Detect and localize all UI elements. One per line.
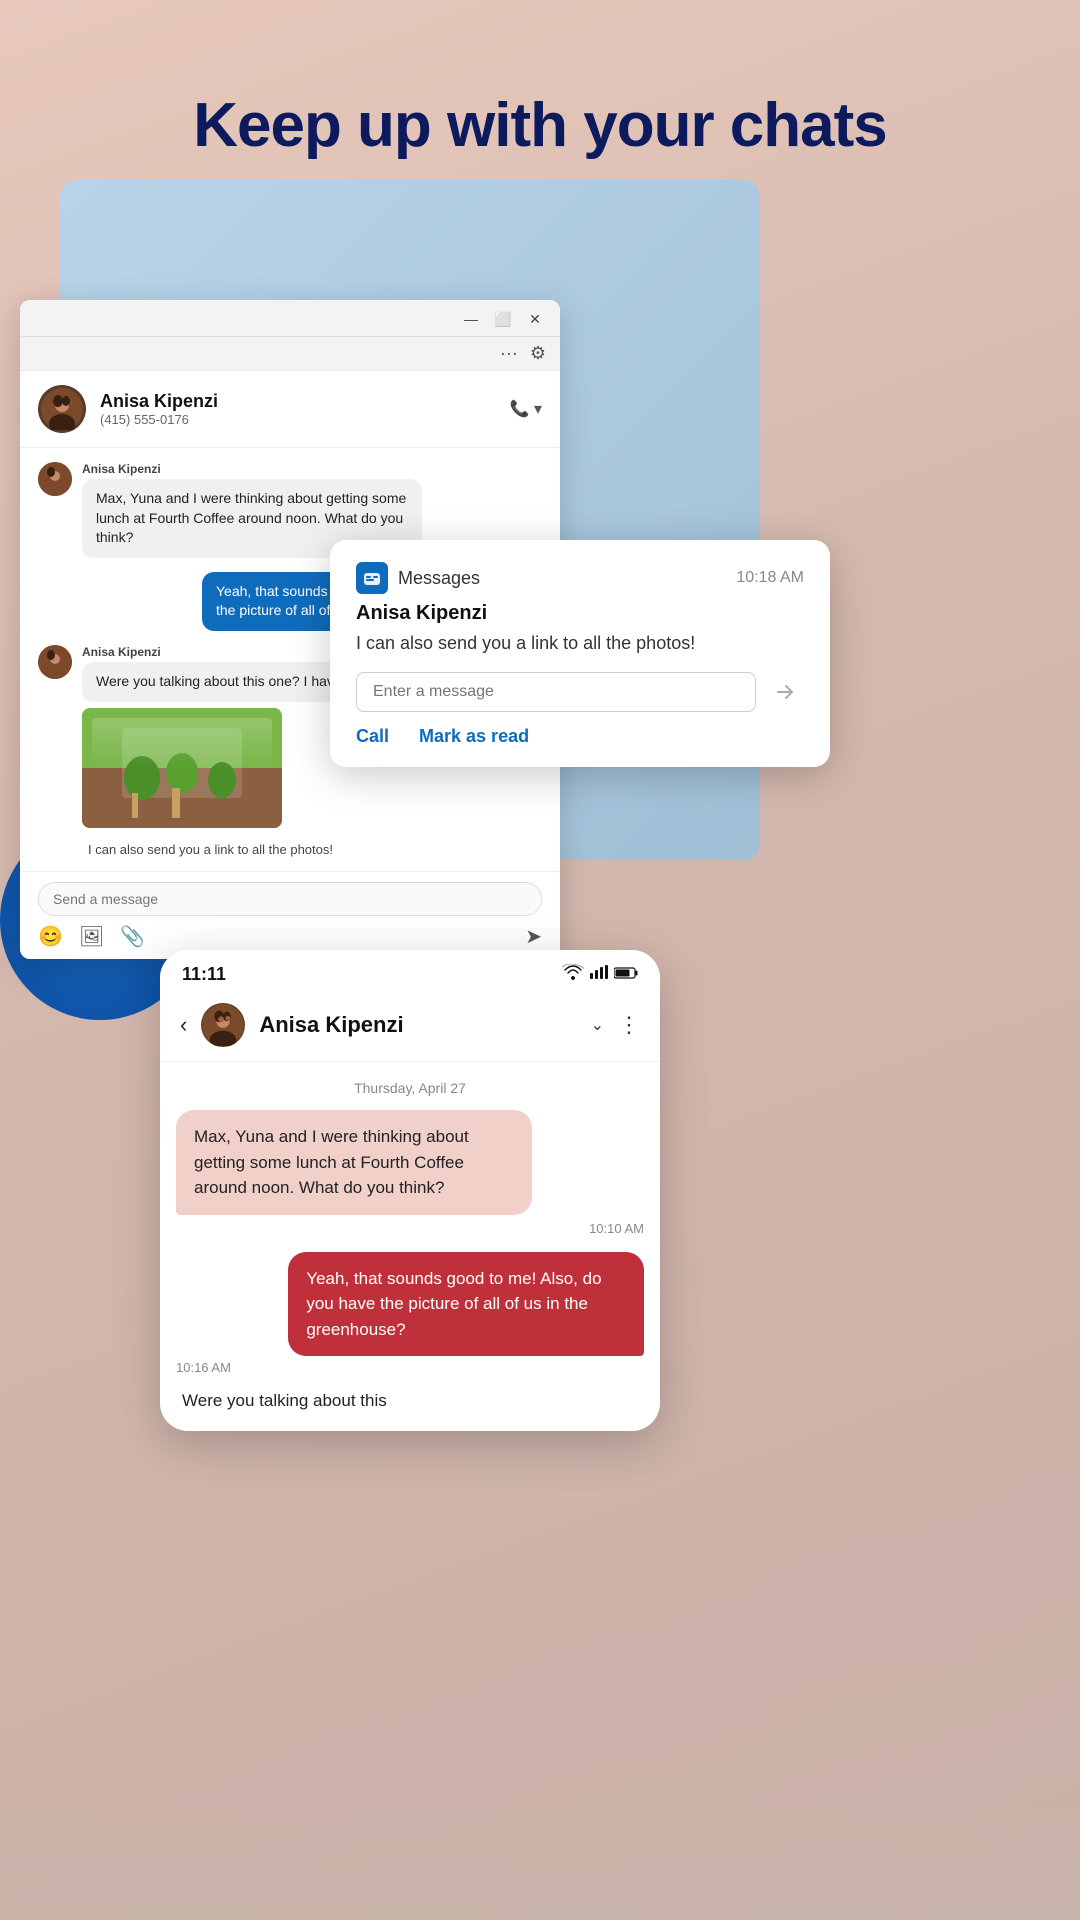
phone-msg-partial: Were you talking about this	[176, 1391, 644, 1411]
send-icon[interactable]: ➤	[525, 924, 542, 949]
battery-icon	[614, 966, 638, 984]
keyboard-hint	[0, 1800, 1080, 1920]
phone-msg-received-1: Max, Yuna and I were thinking about gett…	[176, 1110, 532, 1215]
window-titlebar: — ⬜ ✕	[20, 300, 560, 337]
emoji-icon[interactable]: 😊	[38, 924, 63, 949]
contact-dropdown-icon[interactable]: ⌄	[591, 1015, 604, 1035]
notif-app: Messages	[356, 562, 480, 594]
phone-messages: Max, Yuna and I were thinking about gett…	[160, 1110, 660, 1411]
window-toolbar: ··· ⚙	[20, 337, 560, 371]
contact-info: Anisa Kipenzi (415) 555-0176	[100, 391, 496, 427]
more-options-icon[interactable]: ···	[500, 343, 518, 364]
notif-header: Messages 10:18 AM	[356, 562, 804, 594]
call-action-button[interactable]: Call	[356, 726, 389, 747]
date-label: Thursday, April 27	[160, 1080, 660, 1096]
page-title: Keep up with your chats	[0, 0, 1080, 191]
contact-name: Anisa Kipenzi	[100, 391, 496, 412]
send-toolbar: 😊 🖼 📎 ➤	[38, 916, 542, 949]
send-input[interactable]	[38, 882, 542, 916]
phone-mockup: 11:11	[160, 950, 660, 1431]
phone-msg-time-1: 10:10 AM	[176, 1221, 644, 1236]
more-options-button[interactable]: ⋮	[618, 1012, 640, 1038]
notif-input-row	[356, 672, 804, 712]
settings-icon[interactable]: ⚙	[530, 343, 546, 364]
restore-button[interactable]: ⬜	[492, 308, 514, 330]
contact-phone: (415) 555-0176	[100, 412, 496, 427]
notif-message: I can also send you a link to all the ph…	[356, 631, 804, 656]
call-button[interactable]: 📞 ▾	[510, 399, 542, 419]
msg-avatar	[38, 462, 72, 496]
send-area: 😊 🖼 📎 ➤	[20, 871, 560, 959]
msg-avatar-2	[38, 645, 72, 679]
notif-actions: Call Mark as read	[356, 726, 804, 747]
contact-header: Anisa Kipenzi (415) 555-0176 📞 ▾	[20, 371, 560, 448]
phone-status-bar: 11:11	[160, 950, 660, 993]
notif-time: 10:18 AM	[736, 569, 804, 587]
phone-contact-avatar	[201, 1003, 245, 1047]
close-button[interactable]: ✕	[524, 308, 546, 330]
attachment-icon[interactable]: 🖼	[79, 924, 104, 949]
status-time: 11:11	[182, 964, 226, 985]
msg-caption: I can also send you a link to all the ph…	[88, 842, 542, 857]
notif-send-button[interactable]	[766, 673, 804, 711]
greenhouse-image	[82, 708, 282, 828]
msg-sender: Anisa Kipenzi	[82, 462, 542, 476]
phone-contact-name: Anisa Kipenzi	[259, 1012, 576, 1038]
media-icon[interactable]: 📎	[120, 924, 145, 949]
minimize-button[interactable]: —	[460, 308, 482, 330]
status-icons	[562, 964, 638, 985]
notif-app-name: Messages	[398, 568, 480, 589]
mark-as-read-button[interactable]: Mark as read	[419, 726, 529, 747]
phone-msg-sent-1: Yeah, that sounds good to me! Also, do y…	[288, 1252, 644, 1357]
contact-avatar	[38, 385, 86, 433]
notification-popup: Messages 10:18 AM Anisa Kipenzi I can al…	[330, 540, 830, 767]
phone-msg-sent-time-1: 10:16 AM	[176, 1360, 644, 1375]
wifi-icon	[562, 964, 584, 985]
back-button[interactable]: ‹	[180, 1012, 187, 1038]
phone-chat-header: ‹ Anisa Kipenzi ⌄ ⋮	[160, 993, 660, 1062]
notif-reply-input[interactable]	[356, 672, 756, 712]
messages-app-icon	[356, 562, 388, 594]
notif-contact: Anisa Kipenzi	[356, 602, 804, 625]
signal-icon	[590, 965, 608, 984]
